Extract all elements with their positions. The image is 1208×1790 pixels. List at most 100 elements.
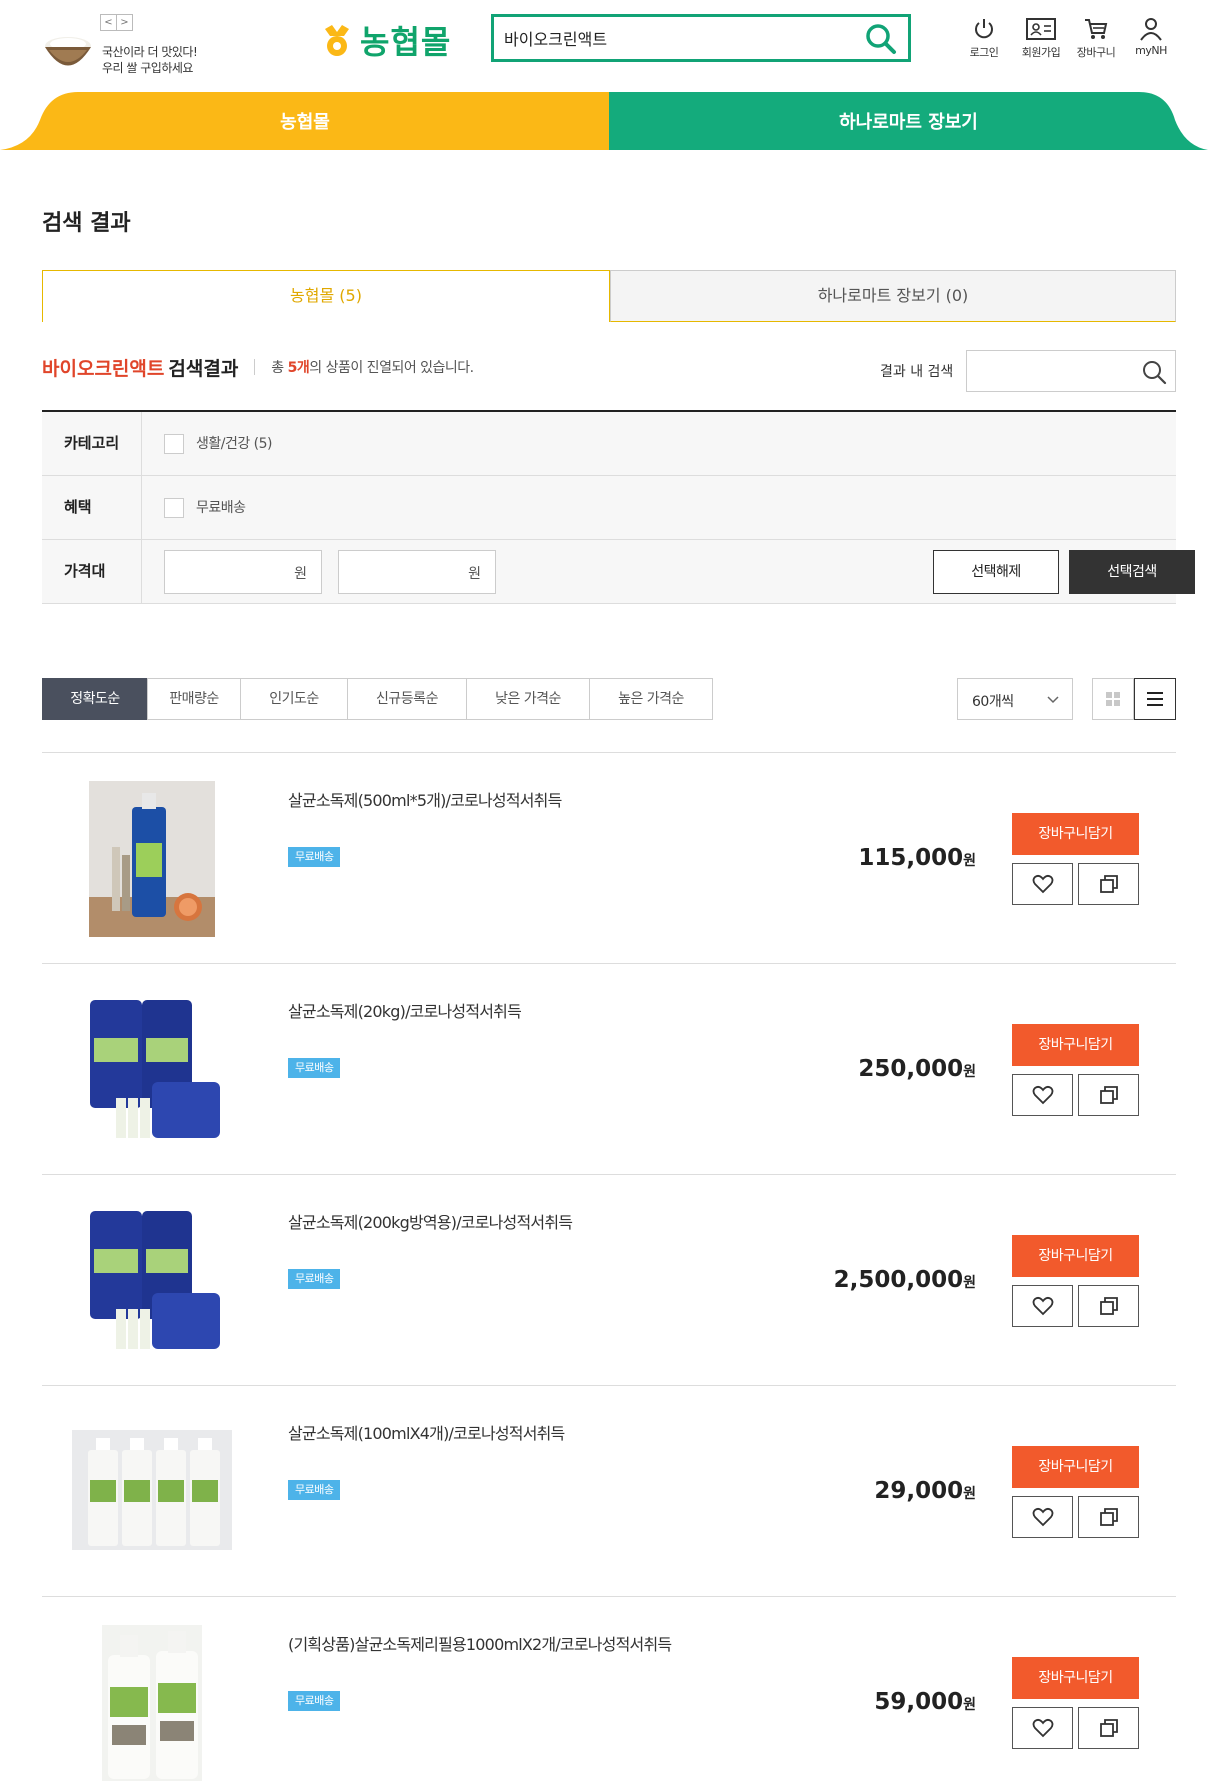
min-price-input[interactable] xyxy=(171,551,281,593)
rice-bowl-icon xyxy=(45,37,91,66)
heart-icon xyxy=(1032,1718,1054,1738)
max-price-input[interactable] xyxy=(345,551,455,593)
nh-mall-logo[interactable]: 농협몰 xyxy=(322,20,452,61)
free-shipping-label[interactable]: 무료배송 xyxy=(196,497,246,517)
main-nav: 농협몰 하나로마트 장보기 xyxy=(0,92,1208,150)
search-box xyxy=(491,14,911,62)
sort-popularity[interactable]: 인기도순 xyxy=(240,678,348,720)
signup-link[interactable]: 회원가입 xyxy=(1013,16,1069,60)
nav-tab-hanaro-mart[interactable]: 하나로마트 장보기 xyxy=(609,92,1208,150)
count-value: 5개 xyxy=(287,360,310,376)
product-name[interactable]: (기획상품)살균소독제리필용1000mlX2개/코로나성적서취득 xyxy=(288,1631,672,1655)
search-icon[interactable] xyxy=(864,22,898,56)
tab-nh-mall[interactable]: 농협몰 (5) xyxy=(42,270,610,322)
price-value: 2,500,000 xyxy=(833,1267,964,1293)
wishlist-button[interactable] xyxy=(1012,863,1073,905)
in-result-search-label: 결과 내 검색 xyxy=(880,364,954,380)
list-view-button[interactable] xyxy=(1134,678,1176,720)
filter-table: 카테고리 생활/건강 (5) 혜택 무료배송 가격대 원 ~ 원 선택해제 선택… xyxy=(42,410,1195,604)
search-keyword: 바이오크린액트 xyxy=(42,357,165,380)
person-icon xyxy=(1140,18,1162,41)
login-link[interactable]: 로그인 xyxy=(956,16,1012,60)
count-suffix: 의 상품이 진열되어 있습니다. xyxy=(309,360,474,376)
in-result-search-box xyxy=(966,350,1176,392)
sort-price-high[interactable]: 높은 가격순 xyxy=(589,678,713,720)
sort-sales[interactable]: 판매량순 xyxy=(147,678,241,720)
wishlist-button[interactable] xyxy=(1012,1074,1073,1116)
apply-filter-button[interactable]: 선택검색 xyxy=(1069,550,1195,594)
copy-icon xyxy=(1100,1508,1118,1526)
search-input[interactable] xyxy=(504,17,834,59)
tab-hanaro-mart[interactable]: 하나로마트 장보기 (0) xyxy=(610,270,1176,322)
free-shipping-badge: 무료배송 xyxy=(288,847,341,867)
per-page-select[interactable]: 60개씩 xyxy=(957,678,1073,720)
category-option-label[interactable]: 생활/건강 (5) xyxy=(196,433,273,453)
product-image[interactable] xyxy=(72,988,232,1148)
add-to-cart-button[interactable]: 장바구니담기 xyxy=(1012,1024,1139,1066)
product-image[interactable] xyxy=(72,777,232,937)
wishlist-button[interactable] xyxy=(1012,1285,1073,1327)
add-to-cart-button[interactable]: 장바구니담기 xyxy=(1012,1446,1139,1488)
product-name[interactable]: 살균소독제(100mlX4개)/코로나성적서취득 xyxy=(288,1420,565,1444)
product-name[interactable]: 살균소독제(500ml*5개)/코로나성적서취득 xyxy=(288,787,562,811)
per-page-value: 60개씩 xyxy=(972,694,1014,710)
add-to-cart-button[interactable]: 장바구니담기 xyxy=(1012,1657,1139,1699)
filter-body-category: 생활/건강 (5) xyxy=(142,412,1176,475)
sort-accuracy[interactable]: 정확도순 xyxy=(42,678,148,720)
heart-icon xyxy=(1032,1296,1054,1316)
add-to-cart-button[interactable]: 장바구니담기 xyxy=(1012,1235,1139,1277)
copy-icon xyxy=(1100,1086,1118,1104)
filter-row-benefit: 혜택 무료배송 xyxy=(42,476,1176,540)
product-image[interactable] xyxy=(72,1199,232,1359)
compare-button[interactable] xyxy=(1078,1707,1139,1749)
page-title: 검색 결과 xyxy=(42,211,131,236)
compare-button[interactable] xyxy=(1078,863,1139,905)
wishlist-button[interactable] xyxy=(1012,1707,1073,1749)
product-item: (기획상품)살균소독제리필용1000mlX2개/코로나성적서취득 무료배송 59… xyxy=(42,1597,1176,1790)
category-checkbox[interactable] xyxy=(164,434,184,454)
promo-prev-button[interactable]: < xyxy=(100,14,117,31)
promo-line1: 국산이라 더 맛있다! xyxy=(102,45,198,59)
nh-logo-mark-icon xyxy=(325,25,349,56)
free-shipping-checkbox[interactable] xyxy=(164,498,184,518)
product-image[interactable] xyxy=(72,1410,232,1570)
search-icon[interactable] xyxy=(1141,359,1167,385)
promo-banner[interactable]: < > 국산이라 더 맛있다! 우리 쌀 구입하세요 xyxy=(42,14,222,80)
min-price-field: 원 xyxy=(164,550,322,594)
max-price-unit: 원 xyxy=(468,566,481,582)
product-name[interactable]: 살균소독제(200kg방역용)/코로나성적서취득 xyxy=(288,1209,573,1233)
promo-next-button[interactable]: > xyxy=(116,14,133,31)
cart-link[interactable]: 장바구니 xyxy=(1068,16,1124,60)
product-name[interactable]: 살균소독제(20kg)/코로나성적서취득 xyxy=(288,998,522,1022)
compare-button[interactable] xyxy=(1078,1074,1139,1116)
nav-tab-nh-mall[interactable]: 농협몰 xyxy=(0,92,610,150)
list-view-icon xyxy=(1147,692,1163,706)
wishlist-button[interactable] xyxy=(1012,1496,1073,1538)
product-price: 29,000원 xyxy=(874,1478,976,1504)
free-shipping-badge: 무료배송 xyxy=(288,1269,341,1289)
price-unit: 원 xyxy=(963,1275,976,1291)
add-to-cart-button[interactable]: 장바구니담기 xyxy=(1012,813,1139,855)
count-prefix: 총 xyxy=(271,360,288,376)
logo-text: 농협몰 xyxy=(360,23,452,61)
product-item: 살균소독제(100mlX4개)/코로나성적서취득 무료배송 29,000원 장바… xyxy=(42,1386,1176,1597)
compare-button[interactable] xyxy=(1078,1285,1139,1327)
mynh-link[interactable]: myNH xyxy=(1123,16,1179,57)
search-result-label: 검색결과 xyxy=(168,357,239,380)
result-tabs: 하나로마트 장보기 (0) 농협몰 (5) xyxy=(42,270,1176,322)
heart-icon xyxy=(1032,1085,1054,1105)
sort-price-low[interactable]: 낮은 가격순 xyxy=(466,678,590,720)
product-image[interactable] xyxy=(72,1621,232,1781)
result-divider xyxy=(254,359,256,375)
in-result-search-input[interactable] xyxy=(975,351,1135,391)
power-icon xyxy=(975,19,993,39)
promo-text: 국산이라 더 맛있다! 우리 쌀 구입하세요 xyxy=(102,44,198,76)
price-unit: 원 xyxy=(963,1697,976,1713)
grid-view-button[interactable] xyxy=(1092,678,1134,720)
sort-newest[interactable]: 신규등록순 xyxy=(347,678,467,720)
product-item: 살균소독제(500ml*5개)/코로나성적서취득 무료배송 115,000원 장… xyxy=(42,753,1176,964)
reset-filter-button[interactable]: 선택해제 xyxy=(933,550,1059,594)
compare-button[interactable] xyxy=(1078,1496,1139,1538)
heart-icon xyxy=(1032,1507,1054,1527)
price-unit: 원 xyxy=(963,1064,976,1080)
